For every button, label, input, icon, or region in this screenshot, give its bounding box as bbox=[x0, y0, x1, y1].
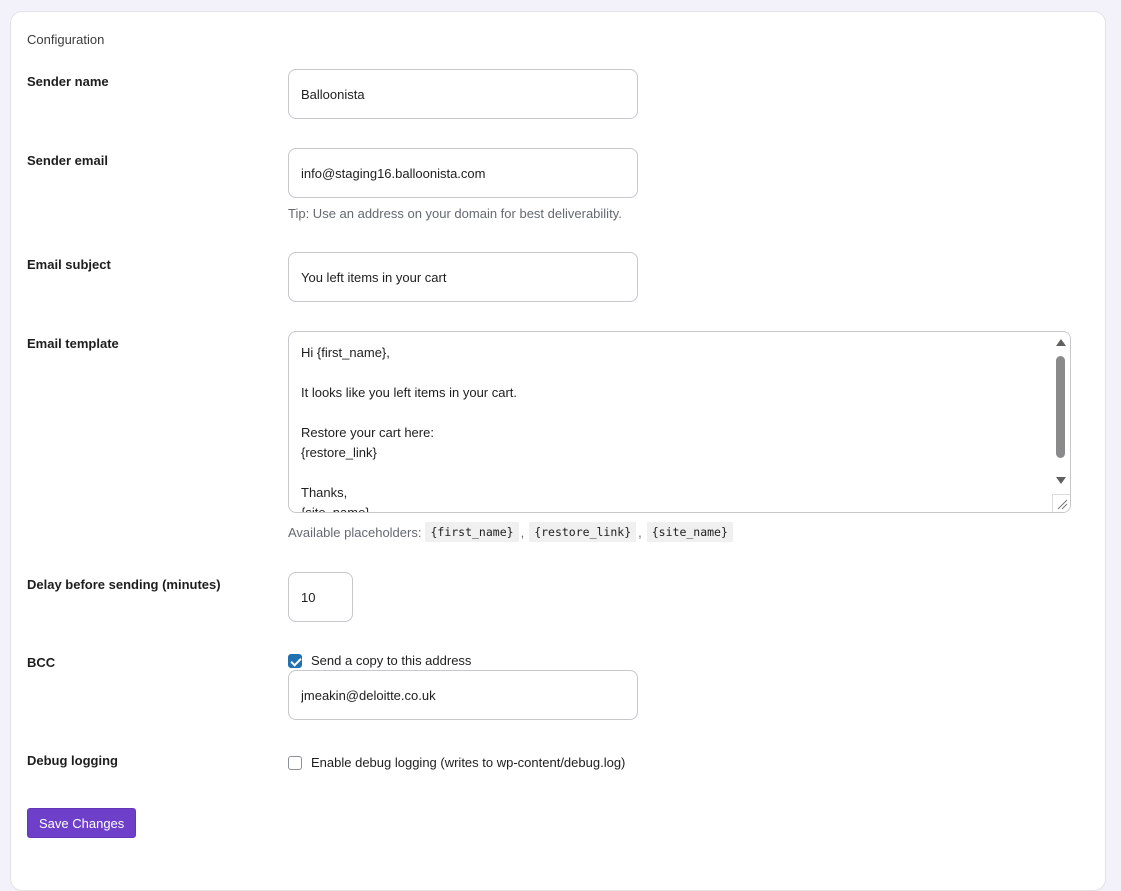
bcc-checkbox-label: Send a copy to this address bbox=[311, 653, 472, 668]
sender-name-input[interactable] bbox=[288, 69, 638, 119]
debug-checkbox[interactable] bbox=[288, 755, 302, 770]
debug-logging-label: Debug logging bbox=[27, 753, 118, 768]
bcc-checkbox-row[interactable]: Send a copy to this address bbox=[288, 653, 471, 668]
placeholder-first-name: {first_name} bbox=[425, 522, 519, 542]
email-subject-label: Email subject bbox=[27, 257, 111, 272]
bcc-email-input[interactable] bbox=[288, 670, 638, 720]
placeholders-label: Available placeholders: bbox=[288, 524, 422, 540]
debug-checkbox-label: Enable debug logging (writes to wp-conte… bbox=[311, 755, 626, 770]
sender-name-label: Sender name bbox=[27, 74, 109, 89]
placeholder-separator: , bbox=[520, 524, 525, 540]
save-changes-button[interactable]: Save Changes bbox=[27, 808, 137, 838]
placeholder-separator: , bbox=[638, 524, 642, 540]
bcc-label: BCC bbox=[27, 655, 56, 670]
delay-label: Delay before sending (minutes) bbox=[27, 577, 221, 592]
textarea-scrollbar[interactable] bbox=[1052, 332, 1070, 512]
sender-email-input[interactable] bbox=[288, 148, 638, 198]
debug-checkbox-row[interactable]: Enable debug logging (writes to wp-conte… bbox=[288, 755, 625, 770]
scroll-up-arrow-icon[interactable] bbox=[1056, 339, 1066, 346]
section-title: Configuration bbox=[27, 32, 105, 47]
sender-email-label: Sender email bbox=[27, 153, 108, 168]
configuration-card: Configuration Sender name Sender email T… bbox=[10, 11, 1106, 891]
placeholder-restore-link: {restore_link} bbox=[529, 522, 637, 542]
email-template-textarea[interactable]: Hi {first_name}, It looks like you left … bbox=[288, 331, 1071, 513]
email-subject-input[interactable] bbox=[288, 252, 638, 302]
email-template-text: Hi {first_name}, It looks like you left … bbox=[301, 345, 518, 512]
sender-email-help: Tip: Use an address on your domain for b… bbox=[288, 206, 622, 221]
resize-handle-icon[interactable] bbox=[1052, 494, 1070, 512]
scroll-down-arrow-icon[interactable] bbox=[1056, 477, 1066, 484]
bcc-checkbox[interactable] bbox=[288, 653, 302, 668]
placeholder-site-name: {site_name} bbox=[646, 522, 733, 542]
email-template-label: Email template bbox=[27, 336, 119, 351]
scroll-thumb[interactable] bbox=[1056, 356, 1065, 458]
delay-input[interactable] bbox=[288, 572, 353, 622]
placeholders-row: Available placeholders: {first_name} , {… bbox=[288, 522, 733, 542]
